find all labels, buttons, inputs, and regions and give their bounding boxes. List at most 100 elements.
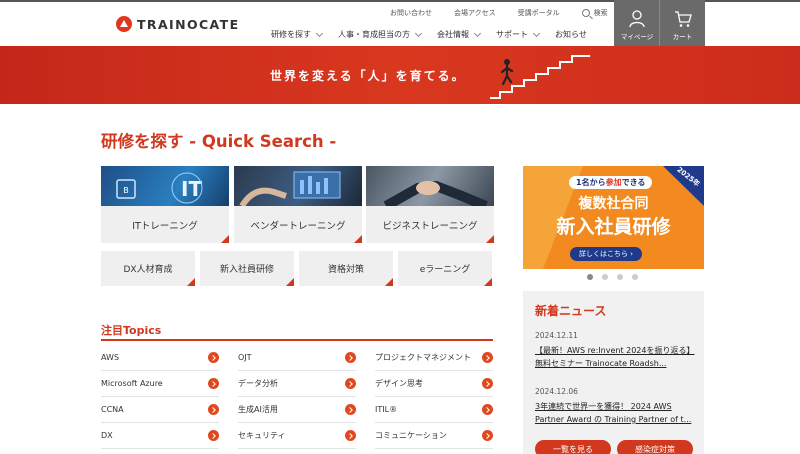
tile-it-training[interactable]: B IT ITトレーニング <box>101 166 229 243</box>
utility-nav: お問い合わせ 会場アクセス 受講ポータル 検索 <box>390 8 630 18</box>
topic-label: CCNA <box>101 405 124 414</box>
corner-marker <box>486 235 494 243</box>
cart-icon <box>674 11 692 27</box>
chevron-down-icon <box>473 29 482 37</box>
news-list-button[interactable]: 一覧を見る <box>535 440 611 454</box>
arrow-right-icon <box>482 404 493 415</box>
arrow-right-icon <box>208 430 219 441</box>
arrow-right-icon <box>482 378 493 389</box>
banner-tagline: 世界を変える「人」を育てる。 <box>270 69 466 83</box>
tile-elearning[interactable]: eラーニング <box>398 251 492 286</box>
search-icon <box>581 9 590 17</box>
cart-label: カート <box>672 33 693 41</box>
tile-label: 新入社員研修 <box>219 265 274 275</box>
infection-control-button[interactable]: 感染症対策 <box>617 440 693 454</box>
vendor-training-image <box>234 166 362 208</box>
promo-banner[interactable]: 1名から参加できる 2025年 複数社合同 新入社員研修 詳しくはこちら › <box>523 166 704 269</box>
cart-button[interactable]: カート <box>659 0 705 46</box>
venue-access-link[interactable]: 会場アクセス <box>454 8 496 18</box>
logo[interactable]: TRAINOCATE <box>116 16 240 32</box>
topic-label: デザイン思考 <box>375 379 423 388</box>
business-training-image <box>366 166 494 211</box>
nav-label: 研修を探す <box>271 30 311 39</box>
news-link[interactable]: 【最新！AWS re:Invent 2024を振り返る】無料セミナー Train… <box>535 344 695 370</box>
nav-label: 人事・育成担当の方 <box>338 30 410 39</box>
nav-find-training[interactable]: 研修を探す <box>271 29 324 40</box>
tile-business-training[interactable]: ビジネストレーニング <box>366 166 494 243</box>
carousel-dot[interactable] <box>617 274 623 280</box>
logo-mark-icon <box>116 16 132 32</box>
search-label: 検索 <box>593 9 608 17</box>
topic-link[interactable]: OJT <box>238 345 356 371</box>
nav-news[interactable]: お知らせ <box>555 29 587 40</box>
arrow-right-icon <box>482 430 493 441</box>
topic-link[interactable]: コミュニケーション <box>375 423 493 449</box>
arrow-right-icon <box>208 378 219 389</box>
portal-link[interactable]: 受講ポータル <box>518 8 560 18</box>
topic-link[interactable]: プロジェクトマネジメント <box>375 345 493 371</box>
tile-label: ITトレーニング <box>132 220 198 232</box>
arrow-right-icon <box>345 352 356 363</box>
promo-badge-highlight: 参加 <box>605 178 622 187</box>
arrow-right-icon <box>345 430 356 441</box>
topic-link[interactable]: CCNA <box>101 397 219 423</box>
corner-marker <box>286 278 294 286</box>
topic-label: セキュリティ <box>238 431 286 440</box>
topic-label: プロジェクトマネジメント <box>375 353 471 362</box>
logo-text: TRAINOCATE <box>137 16 240 32</box>
chevron-down-icon <box>315 29 324 37</box>
nav-hr-staff[interactable]: 人事・育成担当の方 <box>338 29 423 40</box>
topic-link[interactable]: ITIL® <box>375 397 493 423</box>
contact-link[interactable]: お問い合わせ <box>390 8 432 18</box>
promo-badge: 1名から参加できる <box>569 176 653 189</box>
corner-marker <box>354 235 362 243</box>
promo-line2: 新入社員研修 <box>556 216 671 238</box>
news-link[interactable]: 3年連続で世界一を獲得！ 2024 AWS Partner Award の Tr… <box>535 400 695 426</box>
tile-new-employee[interactable]: 新入社員研修 <box>200 251 294 286</box>
news-date: 2024.12.11 <box>535 331 578 340</box>
laptop-icon <box>239 171 341 208</box>
promo-badge-prefix: 1名から <box>576 178 606 187</box>
nav-label: サポート <box>496 30 528 39</box>
topic-label: OJT <box>238 353 252 362</box>
carousel-dot[interactable] <box>632 274 638 280</box>
quick-search-title: 研修を探す - Quick Search - <box>101 132 337 151</box>
tile-dx-talent[interactable]: DX人材育成 <box>101 251 195 286</box>
topic-link[interactable]: データ分析 <box>238 371 356 397</box>
hero-banner: 世界を変える「人」を育てる。 <box>0 46 800 104</box>
promo-cta-button[interactable]: 詳しくはこちら › <box>570 247 643 261</box>
tile-certification[interactable]: 資格対策 <box>299 251 393 286</box>
news-panel: 新着ニュース 2024.12.11 【最新！AWS re:Invent 2024… <box>523 291 704 454</box>
user-icon <box>629 10 645 28</box>
tile-vendor-training[interactable]: ベンダートレーニング <box>234 166 362 243</box>
svg-text:B: B <box>123 186 129 195</box>
nav-company[interactable]: 会社情報 <box>437 29 482 40</box>
nav-label: お知らせ <box>555 30 587 39</box>
handshake-icon <box>383 180 488 211</box>
mypage-button[interactable]: マイページ <box>614 0 660 46</box>
topic-link[interactable]: DX <box>101 423 219 449</box>
arrow-right-icon <box>345 404 356 415</box>
topic-label: データ分析 <box>238 379 278 388</box>
topic-link[interactable]: 生成AI活用 <box>238 397 356 423</box>
promo-badge-suffix: できる <box>621 178 646 187</box>
nav-label: 会社情報 <box>437 30 469 39</box>
topic-link[interactable]: デザイン思考 <box>375 371 493 397</box>
corner-marker <box>187 278 195 286</box>
topic-link[interactable]: セキュリティ <box>238 423 356 449</box>
topic-link[interactable]: AWS <box>101 345 219 371</box>
topics-title: 注目Topics <box>101 324 162 337</box>
topic-label: 生成AI活用 <box>238 405 278 414</box>
news-title: 新着ニュース <box>535 304 607 318</box>
carousel-dot[interactable] <box>602 274 608 280</box>
news-date: 2024.12.06 <box>535 387 578 396</box>
tile-label: DX人材育成 <box>123 265 173 275</box>
tile-label: ベンダートレーニング <box>250 220 346 232</box>
topic-label: コミュニケーション <box>375 431 447 440</box>
carousel-dots <box>587 274 638 280</box>
tile-label: 資格対策 <box>327 265 364 275</box>
carousel-dot[interactable] <box>587 274 593 280</box>
tile-label: ビジネストレーニング <box>382 220 478 232</box>
topic-link[interactable]: Microsoft Azure <box>101 371 219 397</box>
nav-support[interactable]: サポート <box>496 29 541 40</box>
